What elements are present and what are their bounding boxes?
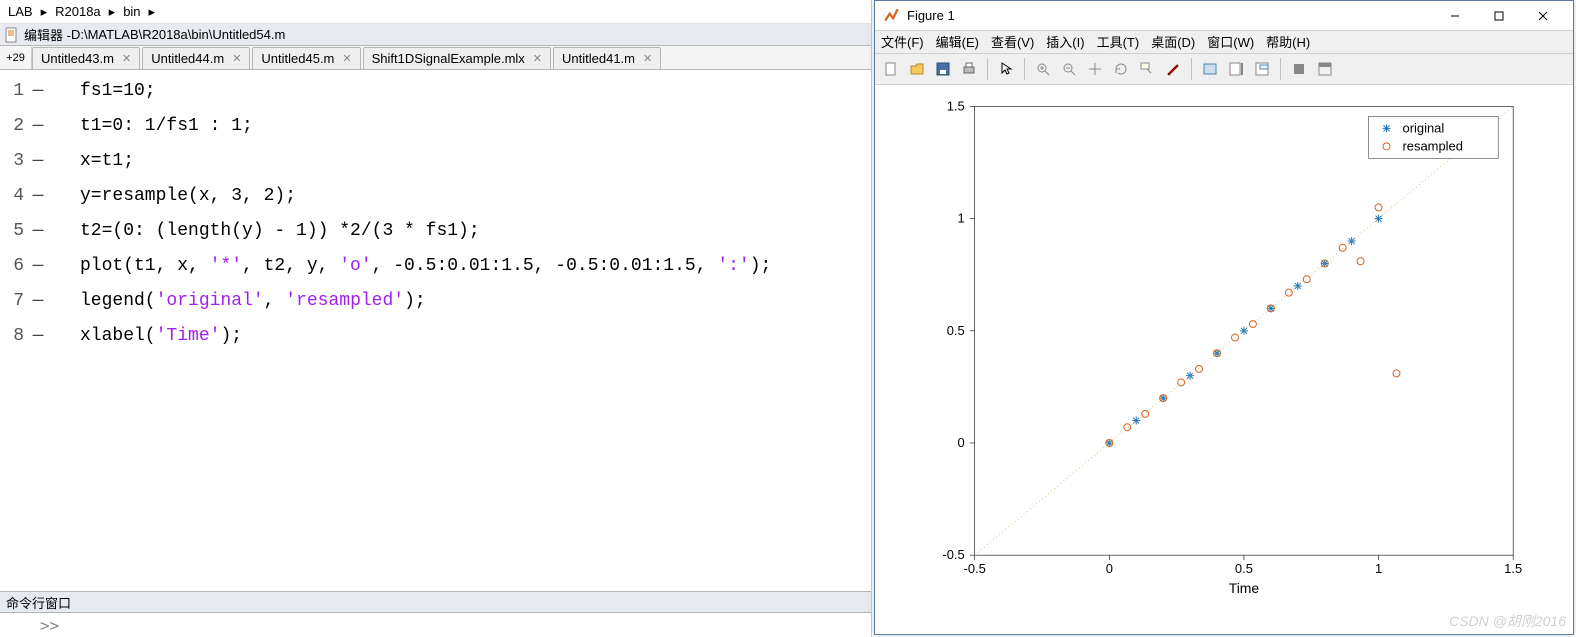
breadcrumb-arrow: ▸ — [105, 4, 120, 20]
code-l8: xlabel('Time'); — [48, 319, 242, 354]
menu-help[interactable]: 帮助(H) — [1266, 32, 1310, 51]
figure-axes[interactable]: -0.5 0 0.5 1 1.5 -0.5 0 0.5 1 1.5 Time original resa… — [875, 85, 1573, 634]
menu-window[interactable]: 窗口(W) — [1207, 32, 1254, 51]
menu-edit[interactable]: 编辑(E) — [936, 32, 979, 51]
maximize-button[interactable] — [1477, 1, 1521, 31]
open-icon[interactable] — [905, 57, 929, 81]
dock-icon[interactable] — [1313, 57, 1337, 81]
rotate-icon[interactable] — [1109, 57, 1133, 81]
menu-insert[interactable]: 插入(I) — [1046, 32, 1084, 51]
tab-untitled45[interactable]: Untitled45.m ✕ — [252, 47, 360, 69]
menu-file[interactable]: 文件(F) — [881, 32, 924, 51]
command-window-title: 命令行窗口 — [0, 591, 871, 613]
svg-text:1.5: 1.5 — [1504, 561, 1522, 576]
figure-menubar: 文件(F) 编辑(E) 查看(V) 插入(I) 工具(T) 桌面(D) 窗口(W… — [875, 31, 1573, 54]
tab-label: Untitled43.m — [41, 51, 114, 66]
plot-svg: -0.5 0 0.5 1 1.5 -0.5 0 0.5 1 1.5 Time original resa… — [875, 85, 1573, 634]
tab-label: Shift1DSignalExample.mlx — [372, 51, 525, 66]
svg-text:Time: Time — [1229, 580, 1260, 596]
code-l7: legend('original', 'resampled'); — [48, 284, 426, 319]
close-icon[interactable]: ✕ — [533, 52, 542, 65]
breadcrumb-seg[interactable]: bin — [119, 4, 144, 19]
tab-shift1d[interactable]: Shift1DSignalExample.mlx ✕ — [363, 47, 551, 69]
svg-text:1.5: 1.5 — [947, 98, 965, 113]
editor-panel: LAB ▸ R2018a ▸ bin ▸ 编辑器 - D:\MATLAB\R20… — [0, 0, 872, 637]
menu-tools[interactable]: 工具(T) — [1097, 32, 1140, 51]
svg-text:0: 0 — [958, 435, 965, 450]
menu-view[interactable]: 查看(V) — [991, 32, 1034, 51]
editor-titlebar: 编辑器 - D:\MATLAB\R2018a\bin\Untitled54.m — [0, 24, 871, 46]
tab-untitled44[interactable]: Untitled44.m ✕ — [142, 47, 250, 69]
code-l3: x=t1; — [48, 144, 134, 179]
breadcrumb-arrow: ▸ — [145, 4, 160, 20]
save-icon[interactable] — [931, 57, 955, 81]
print-icon[interactable] — [957, 57, 981, 81]
svg-text:0.5: 0.5 — [1235, 561, 1253, 576]
breadcrumb-arrow: ▸ — [37, 4, 52, 20]
pointer-icon[interactable] — [994, 57, 1018, 81]
close-icon[interactable]: ✕ — [232, 52, 241, 65]
close-icon[interactable]: ✕ — [643, 52, 652, 65]
breadcrumb[interactable]: LAB ▸ R2018a ▸ bin ▸ — [0, 0, 871, 24]
close-button[interactable] — [1521, 1, 1565, 31]
editor-title-prefix: 编辑器 - — [24, 25, 71, 44]
new-icon[interactable] — [879, 57, 903, 81]
figure-title: Figure 1 — [907, 8, 955, 23]
breadcrumb-seg[interactable]: LAB — [4, 4, 37, 19]
close-icon[interactable]: ✕ — [122, 52, 131, 65]
svg-text:1: 1 — [1375, 561, 1382, 576]
code-l6: plot(t1, x, '*', t2, y, 'o', -0.5:0.01:1… — [48, 249, 771, 284]
tab-untitled41[interactable]: Untitled41.m ✕ — [553, 47, 661, 69]
tab-label: Untitled45.m — [261, 51, 334, 66]
code-editor[interactable]: 1—fs1=10; 2—t1=0: 1/fs1 : 1; 3—x=t1; 4—y… — [0, 70, 871, 591]
zoom-in-icon[interactable] — [1031, 57, 1055, 81]
figure-toolbar — [875, 54, 1573, 85]
command-prompt: >> — [40, 616, 59, 635]
svg-text:1: 1 — [958, 210, 965, 225]
svg-text:-0.5: -0.5 — [964, 561, 986, 576]
colorbar-icon[interactable] — [1224, 57, 1248, 81]
brush-icon[interactable] — [1161, 57, 1185, 81]
legend-icon[interactable] — [1250, 57, 1274, 81]
menu-desktop[interactable]: 桌面(D) — [1151, 32, 1195, 51]
matlab-icon — [883, 7, 901, 25]
hide-tools-icon[interactable] — [1287, 57, 1311, 81]
editor-file-path: D:\MATLAB\R2018a\bin\Untitled54.m — [71, 27, 285, 42]
svg-text:resampled: resampled — [1402, 138, 1462, 153]
close-icon[interactable]: ✕ — [342, 52, 351, 65]
tab-untitled43[interactable]: Untitled43.m ✕ — [32, 47, 140, 69]
breadcrumb-seg[interactable]: R2018a — [51, 4, 105, 19]
code-l5: t2=(0: (length(y) - 1)) *2/(3 * fs1); — [48, 214, 480, 249]
zoom-out-icon[interactable] — [1057, 57, 1081, 81]
figure-titlebar[interactable]: Figure 1 — [875, 1, 1573, 31]
document-icon — [4, 27, 20, 43]
figure-window: Figure 1 文件(F) 编辑(E) 查看(V) 插入(I) 工具(T) 桌… — [874, 0, 1574, 635]
svg-text:original: original — [1402, 120, 1444, 135]
datacursor-icon[interactable] — [1135, 57, 1159, 81]
svg-text:0.5: 0.5 — [947, 322, 965, 337]
code-l1: fs1=10; — [48, 74, 156, 109]
tab-overflow-label: +29 — [6, 52, 25, 64]
watermark: CSDN @胡刚2016 — [1449, 611, 1566, 631]
editor-tabs: +29 Untitled43.m ✕ Untitled44.m ✕ Untitl… — [0, 46, 871, 70]
pan-icon[interactable] — [1083, 57, 1107, 81]
tab-label: Untitled44.m — [151, 51, 224, 66]
code-l2: t1=0: 1/fs1 : 1; — [48, 109, 253, 144]
svg-text:0: 0 — [1106, 561, 1113, 576]
tab-overflow[interactable]: +29 — [0, 47, 32, 69]
command-window[interactable]: >> — [0, 613, 871, 637]
minimize-button[interactable] — [1433, 1, 1477, 31]
tab-label: Untitled41.m — [562, 51, 635, 66]
code-l4: y=resample(x, 3, 2); — [48, 179, 296, 214]
link-icon[interactable] — [1198, 57, 1222, 81]
svg-text:-0.5: -0.5 — [942, 547, 964, 562]
